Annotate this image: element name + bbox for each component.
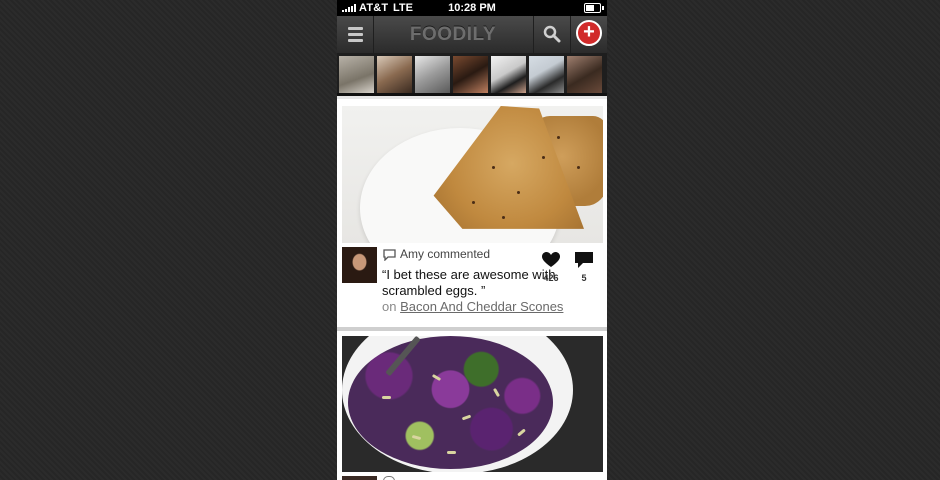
feed-card (337, 331, 607, 480)
avatar-4[interactable] (453, 56, 488, 93)
search-button[interactable] (533, 16, 570, 53)
avatar-7[interactable] (567, 56, 602, 93)
commenter-label: Amy commented (400, 247, 491, 261)
clock: 10:28 PM (448, 2, 496, 14)
avatar-6[interactable] (529, 56, 564, 93)
commenter-avatar[interactable] (342, 476, 377, 480)
comment-bubble-icon (383, 249, 396, 261)
battery-icon (584, 3, 604, 13)
search-icon (543, 25, 561, 43)
recipe-photo[interactable] (342, 106, 603, 243)
commenter-avatar[interactable] (342, 247, 377, 283)
avatar-3[interactable] (415, 56, 450, 93)
avatar-2[interactable] (377, 56, 412, 93)
salad (348, 336, 553, 469)
avatar-5[interactable] (491, 56, 526, 93)
app-logo: FOODILY (409, 24, 497, 45)
comments-count: 5 (581, 273, 587, 283)
menu-button[interactable] (337, 16, 374, 53)
recipe-photo[interactable] (342, 336, 603, 472)
add-icon: + (576, 20, 602, 46)
comments-icon[interactable] (575, 252, 593, 269)
on-prefix: on (382, 299, 397, 314)
heart-icon[interactable] (542, 252, 560, 268)
avatar-strip (337, 53, 607, 96)
recipe-reference: on Bacon And Cheddar Scones (382, 299, 563, 314)
menu-icon (347, 27, 363, 30)
add-button[interactable]: + (570, 16, 607, 53)
avatar-1[interactable] (339, 56, 374, 93)
status-bar: AT&T LTE 10:28 PM (337, 0, 607, 16)
heart-icon (383, 476, 395, 480)
like-count: 426 (543, 273, 559, 283)
feed-card: Amy commented “I bet these are awesome w… (337, 99, 607, 327)
comment-text: “I bet these are awesome with scrambled … (382, 267, 556, 298)
nav-bar: FOODILY + (337, 16, 607, 53)
phone-screen: AT&T LTE 10:28 PM FOODILY + Amy commente… (337, 0, 607, 480)
recipe-link[interactable]: Bacon And Cheddar Scones (400, 299, 563, 314)
feed: Amy commented “I bet these are awesome w… (337, 99, 607, 480)
